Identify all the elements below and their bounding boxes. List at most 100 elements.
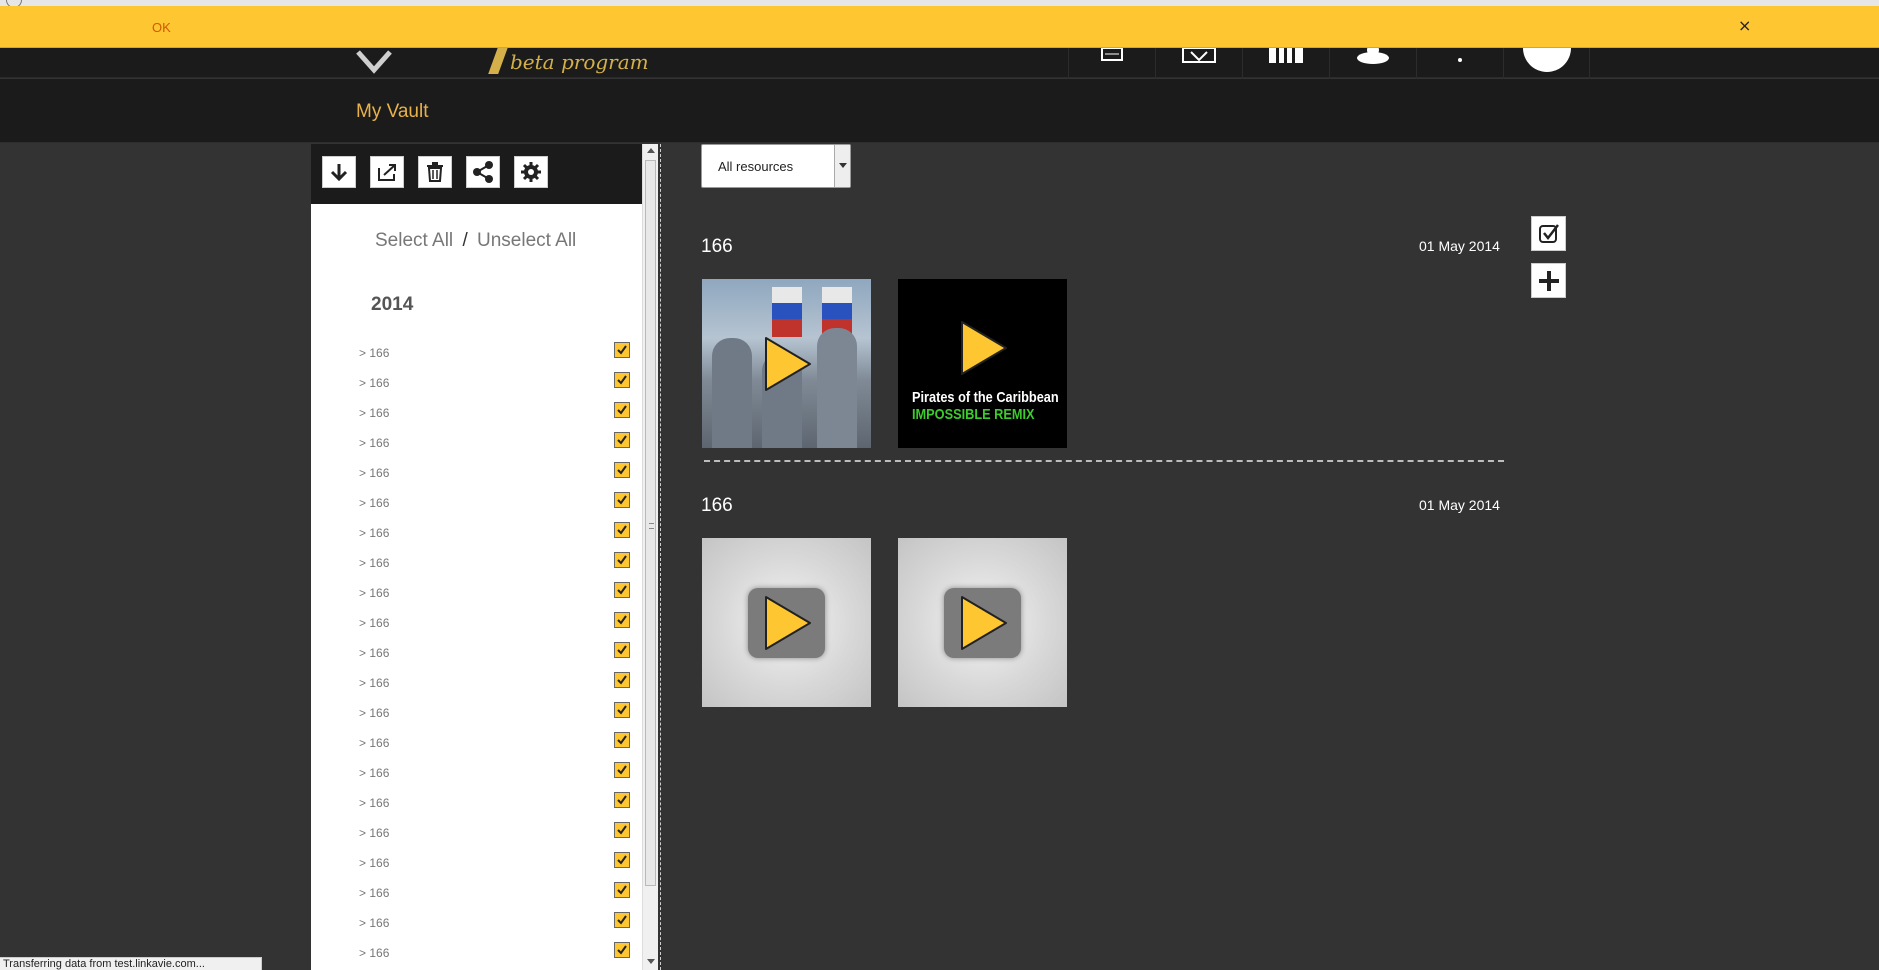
- tree-item-checkbox[interactable]: [614, 882, 630, 898]
- tree-item-checkbox[interactable]: [614, 762, 630, 778]
- tree-item[interactable]: > 166: [359, 428, 642, 458]
- tree-item-checkbox[interactable]: [614, 912, 630, 928]
- tree-item-label[interactable]: > 166: [359, 946, 389, 960]
- scrollbar-thumb[interactable]: [645, 160, 656, 886]
- tree-item[interactable]: > 166: [359, 368, 642, 398]
- video-thumbnail[interactable]: Pirates of the Caribbean IMPOSSIBLE REMI…: [898, 279, 1067, 448]
- tree-item-checkbox[interactable]: [614, 342, 630, 358]
- tree-item-checkbox[interactable]: [614, 642, 630, 658]
- unselect-all-link[interactable]: Unselect All: [477, 230, 576, 251]
- tree-item[interactable]: > 166: [359, 518, 642, 548]
- year-heading[interactable]: 2014: [371, 294, 413, 316]
- tree-item[interactable]: > 166: [359, 788, 642, 818]
- tree-item[interactable]: > 166: [359, 908, 642, 938]
- tree-item-checkbox[interactable]: [614, 942, 630, 958]
- tree-item[interactable]: > 166: [359, 458, 642, 488]
- tree-item-label[interactable]: > 166: [359, 496, 389, 510]
- tree-item[interactable]: > 166: [359, 548, 642, 578]
- play-icon[interactable]: [760, 334, 814, 394]
- plus-icon: [1538, 270, 1559, 291]
- tree-item[interactable]: > 166: [359, 608, 642, 638]
- tree-item-checkbox[interactable]: [614, 432, 630, 448]
- tree-item-checkbox[interactable]: [614, 402, 630, 418]
- tree-item-label[interactable]: > 166: [359, 826, 389, 840]
- timeline-tree: > 166 > 166 > 166 > 166 > 166 > 166 > 166 > 166…: [359, 338, 642, 968]
- tree-item-checkbox[interactable]: [614, 702, 630, 718]
- video-thumbnail[interactable]: [702, 538, 871, 707]
- tree-item-checkbox[interactable]: [614, 462, 630, 478]
- sidebar-scrollbar[interactable]: [642, 144, 658, 970]
- tree-item-label[interactable]: > 166: [359, 646, 389, 660]
- tree-item-label[interactable]: > 166: [359, 556, 389, 570]
- checkmark-icon: [617, 555, 627, 565]
- resource-filter-select[interactable]: All resources: [701, 144, 851, 188]
- group-date: 01 May 2014: [1419, 238, 1500, 254]
- tree-item-checkbox[interactable]: [614, 732, 630, 748]
- play-icon[interactable]: [956, 593, 1010, 653]
- tree-item-checkbox[interactable]: [614, 372, 630, 388]
- tree-item[interactable]: > 166: [359, 698, 642, 728]
- tree-item-label[interactable]: > 166: [359, 736, 389, 750]
- page-title[interactable]: My Vault: [356, 101, 429, 123]
- settings-button[interactable]: [514, 156, 548, 188]
- notification-ok-button[interactable]: OK: [152, 20, 171, 35]
- tree-item[interactable]: > 166: [359, 338, 642, 368]
- tree-item-label[interactable]: > 166: [359, 706, 389, 720]
- download-button[interactable]: [322, 156, 356, 188]
- tree-item-label[interactable]: > 166: [359, 856, 389, 870]
- checkmark-icon: [617, 885, 627, 895]
- tree-item-checkbox[interactable]: [614, 672, 630, 688]
- thumbnail-caption: Pirates of the Caribbean: [912, 389, 1059, 406]
- settings-icon: [521, 162, 541, 182]
- tree-item-label[interactable]: > 166: [359, 406, 389, 420]
- tree-item-label[interactable]: > 166: [359, 586, 389, 600]
- chevron-down-icon[interactable]: [834, 145, 850, 187]
- video-thumbnail[interactable]: [702, 279, 871, 448]
- play-icon[interactable]: [760, 593, 814, 653]
- checkmark-icon: [617, 915, 627, 925]
- tree-item-label[interactable]: > 166: [359, 526, 389, 540]
- share-button[interactable]: [466, 156, 500, 188]
- close-icon[interactable]: ×: [1738, 16, 1751, 35]
- tree-item[interactable]: > 166: [359, 938, 642, 968]
- tree-item-checkbox[interactable]: [614, 822, 630, 838]
- tree-item-label[interactable]: > 166: [359, 886, 389, 900]
- delete-button[interactable]: [418, 156, 452, 188]
- tree-item-label[interactable]: > 166: [359, 376, 389, 390]
- scroll-down-arrow-icon[interactable]: [647, 959, 655, 964]
- tree-item-checkbox[interactable]: [614, 492, 630, 508]
- tree-item-label[interactable]: > 166: [359, 346, 389, 360]
- tree-item-checkbox[interactable]: [614, 582, 630, 598]
- tree-item-label[interactable]: > 166: [359, 796, 389, 810]
- tree-item-label[interactable]: > 166: [359, 766, 389, 780]
- video-thumbnail[interactable]: [898, 538, 1067, 707]
- export-button[interactable]: [370, 156, 404, 188]
- tree-item[interactable]: > 166: [359, 818, 642, 848]
- tree-item-checkbox[interactable]: [614, 522, 630, 538]
- tree-item-checkbox[interactable]: [614, 852, 630, 868]
- tree-item[interactable]: > 166: [359, 758, 642, 788]
- tree-item-label[interactable]: > 166: [359, 436, 389, 450]
- select-all-link[interactable]: Select All: [375, 230, 453, 251]
- tree-item-checkbox[interactable]: [614, 552, 630, 568]
- select-mode-button[interactable]: [1531, 216, 1566, 251]
- tree-item[interactable]: > 166: [359, 728, 642, 758]
- scroll-up-arrow-icon[interactable]: [647, 148, 655, 153]
- tree-item[interactable]: > 166: [359, 848, 642, 878]
- avatar: [1522, 48, 1571, 72]
- tree-item-label[interactable]: > 166: [359, 616, 389, 630]
- add-button[interactable]: [1531, 263, 1566, 298]
- tree-item-label[interactable]: > 166: [359, 676, 389, 690]
- tree-item[interactable]: > 166: [359, 668, 642, 698]
- tree-item[interactable]: > 166: [359, 878, 642, 908]
- tree-item-checkbox[interactable]: [614, 792, 630, 808]
- tree-item[interactable]: > 166: [359, 398, 642, 428]
- tree-item-label[interactable]: > 166: [359, 916, 389, 930]
- play-icon[interactable]: [956, 318, 1010, 378]
- tree-item[interactable]: > 166: [359, 638, 642, 668]
- sidebar-toolbar: [311, 144, 642, 204]
- tree-item[interactable]: > 166: [359, 578, 642, 608]
- tree-item-label[interactable]: > 166: [359, 466, 389, 480]
- tree-item-checkbox[interactable]: [614, 612, 630, 628]
- tree-item[interactable]: > 166: [359, 488, 642, 518]
